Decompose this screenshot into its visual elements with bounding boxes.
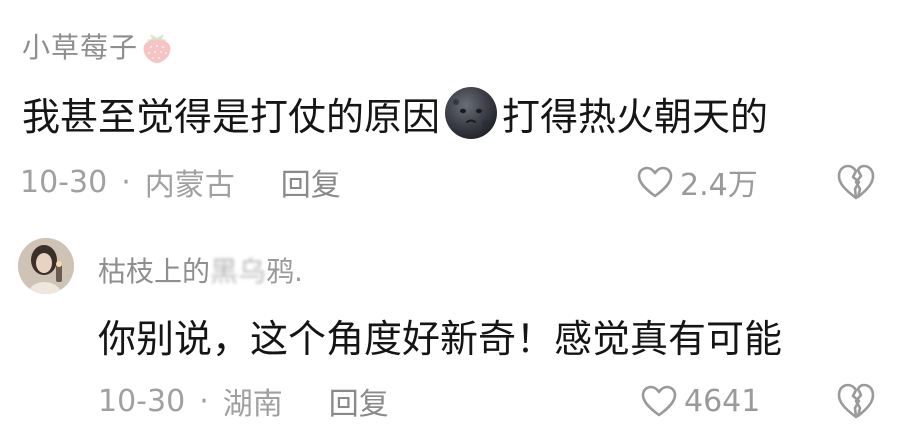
username-tail: 鸦. (266, 255, 303, 288)
avatar-image (18, 238, 74, 294)
comment-username[interactable]: 枯枝上的 黑乌 鸦. (98, 248, 303, 292)
like-button[interactable]: 4641 (640, 381, 760, 421)
strawberry-icon (143, 34, 171, 63)
broken-heart-icon[interactable] (835, 381, 877, 421)
comment-meta: 10-30 · 内蒙古 回复 (20, 160, 341, 204)
like-count: 2.4万 (680, 168, 758, 203)
comment-text: 你别说，这个角度好新奇！感觉真有可能 (98, 316, 783, 361)
like-button[interactable]: 2.4万 (636, 162, 758, 203)
comment-date: 10-30 (98, 383, 186, 419)
comment-list: 小草莓子 我甚至觉得是打仗的原因 打得热火朝天的 10-30 · 内蒙古 回复 … (0, 0, 905, 446)
username-text: 枯枝上的 (98, 255, 211, 288)
reply-button[interactable]: 回复 (329, 379, 389, 423)
comment-location: 湖南 (222, 387, 283, 422)
moon-face-icon (445, 87, 498, 139)
comment-date: 10-30 (20, 164, 108, 200)
broken-heart-icon[interactable] (835, 162, 877, 202)
comment-text: 我甚至觉得是打仗的原因 打得热火朝天的 (22, 86, 768, 140)
comment-text-part: 我甚至觉得是打仗的原因 (22, 94, 441, 139)
avatar[interactable] (18, 238, 74, 294)
meta-separator: · (199, 383, 209, 419)
reply-button[interactable]: 回复 (281, 160, 341, 204)
comment-username[interactable]: 小草莓子 (22, 24, 174, 68)
heart-icon (637, 166, 673, 198)
username-text: 小草莓子 (22, 31, 139, 64)
comment-location: 内蒙古 (144, 168, 235, 203)
username-obscured: 黑乌 (210, 255, 267, 288)
like-count: 4641 (684, 383, 761, 419)
heart-icon (641, 385, 677, 417)
comment-meta: 10-30 · 湖南 回复 (98, 379, 389, 423)
meta-separator: · (121, 164, 131, 200)
comment-text-part: 打得热火朝天的 (502, 94, 769, 139)
